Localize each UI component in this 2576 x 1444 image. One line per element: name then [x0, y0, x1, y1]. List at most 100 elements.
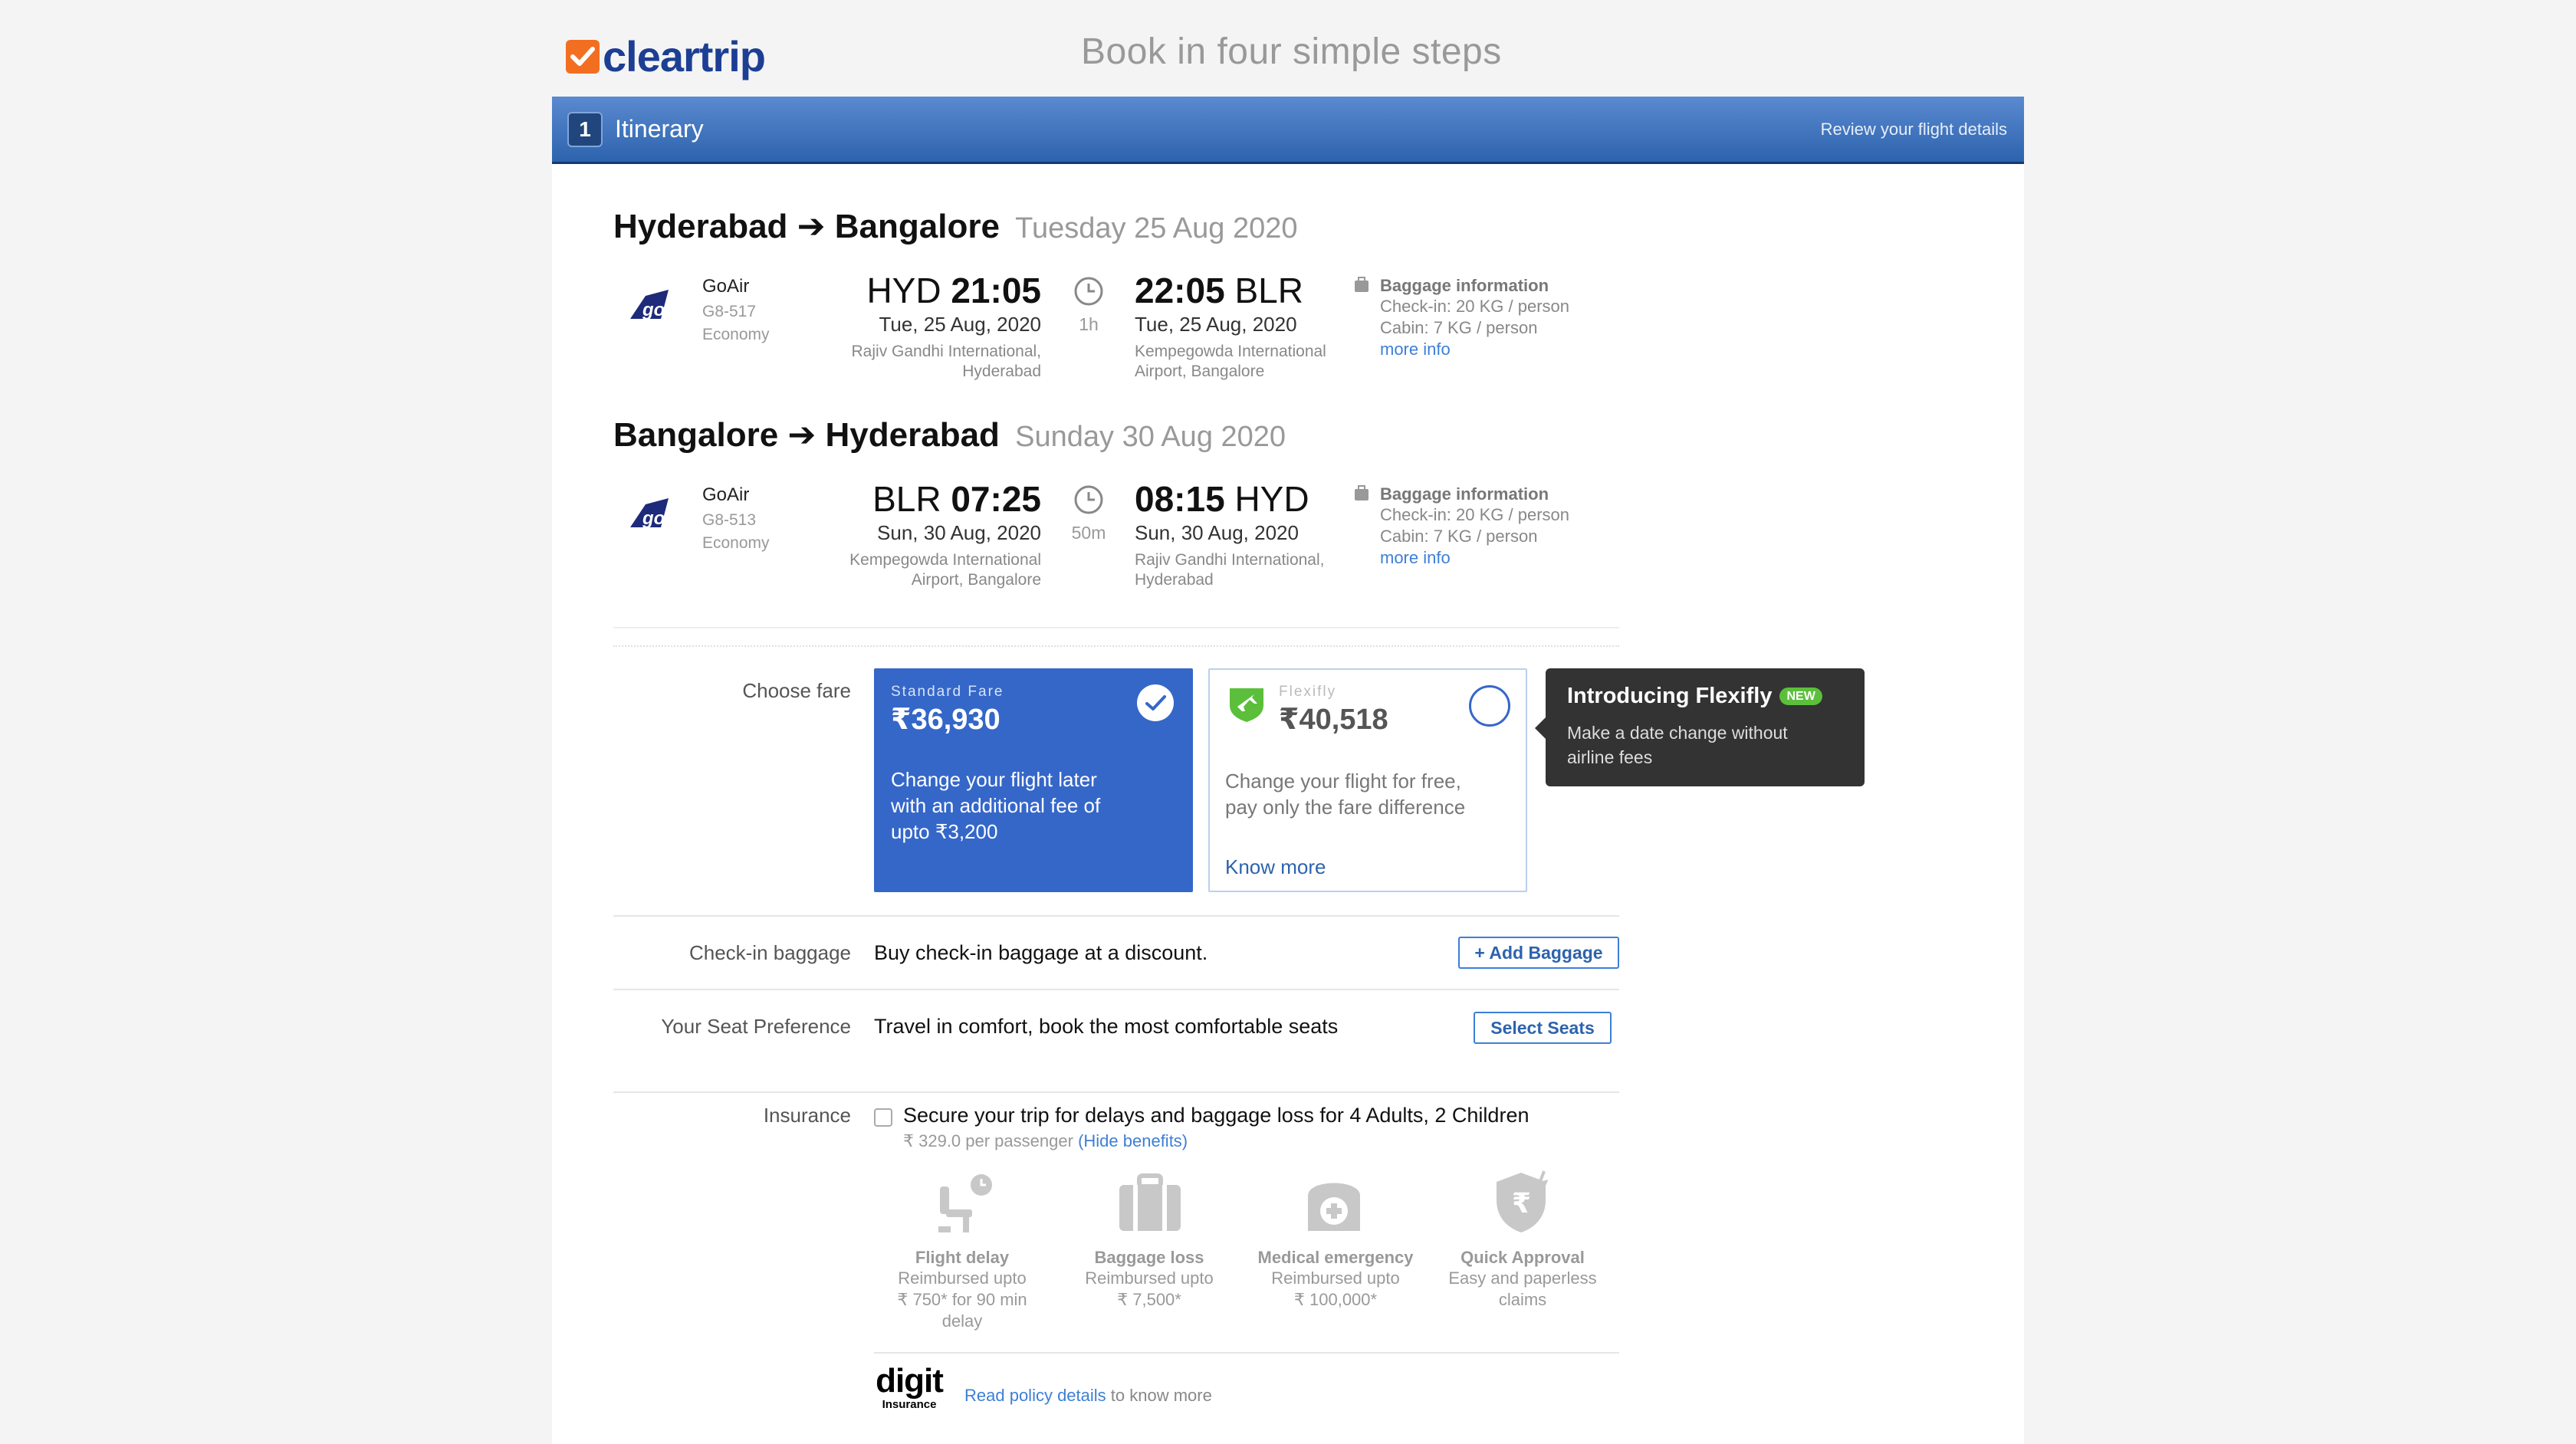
arrival-time: 08:15 HYD: [1135, 479, 1309, 519]
selected-check-icon: [1136, 684, 1175, 726]
arrival-date: Tue, 25 Aug, 2020: [1135, 313, 1297, 336]
arrow-right-icon: ➔: [797, 208, 826, 245]
svg-text:₹: ₹: [1512, 1188, 1531, 1219]
flight-number: G8-513: [702, 511, 757, 529]
divider: [613, 989, 1619, 990]
tooltip-body: Make a date change without airline fees: [1567, 723, 1788, 767]
arrival-airport: Kempegowda International Airport, Bangalo…: [1135, 343, 1326, 380]
fare-description: Change your flight for free, pay only the…: [1225, 770, 1466, 819]
divider: [613, 645, 1619, 647]
airline-name: GoAir: [702, 484, 750, 505]
brand-name: cleartrip: [603, 32, 766, 80]
policy-text: to know more: [1110, 1386, 1212, 1405]
fare-description: Change your flight later with an addition…: [891, 768, 1101, 843]
medical-bag-icon: [1302, 1170, 1366, 1238]
departure-airport: Kempegowda International Airport, Bangalo…: [849, 551, 1041, 589]
flexifly-fare-card[interactable]: Flexifly ₹40,518 Change your flight for …: [1208, 668, 1527, 892]
policy-row: Read policy details to know more: [964, 1386, 1212, 1406]
arrival-date: Sun, 30 Aug, 2020: [1135, 521, 1299, 544]
cleartrip-logo[interactable]: cleartrip: [566, 32, 766, 80]
flight-duration: 1h: [1079, 314, 1099, 334]
checkmark-logo-icon: [566, 40, 600, 74]
standard-fare-card[interactable]: Standard Fare ₹36,930 Change your flight…: [874, 668, 1193, 892]
route-from: Hyderabad: [613, 208, 788, 245]
insurance-checkbox[interactable]: [874, 1108, 892, 1127]
divider: [613, 915, 1619, 917]
cabin-class: Economy: [702, 326, 770, 343]
insurance-price-row: ₹ 329.0 per passenger (Hide benefits): [903, 1131, 1188, 1151]
step-header: 1 Itinerary Review your flight details: [552, 97, 2024, 164]
fare-kicker: Flexifly: [1279, 684, 1337, 700]
departure-time: BLR 07:25: [872, 479, 1041, 519]
read-policy-link[interactable]: Read policy details: [964, 1386, 1106, 1405]
arrival-time: 22:05 BLR: [1135, 271, 1303, 310]
more-info-link[interactable]: more info: [1380, 339, 1451, 360]
fare-price: ₹40,518: [1279, 704, 1388, 736]
seat-preference-text: Travel in comfort, book the most comfort…: [874, 1015, 1339, 1038]
divider: [613, 1091, 1619, 1093]
airline-name: GoAir: [702, 276, 750, 297]
departure-date: Tue, 25 Aug, 2020: [879, 313, 1041, 336]
route-to: Bangalore: [834, 208, 1000, 245]
new-badge: NEW: [1779, 688, 1822, 705]
hide-benefits-link[interactable]: (Hide benefits): [1078, 1131, 1188, 1150]
arrow-right-icon: ➔: [787, 416, 816, 454]
route-to: Hyderabad: [825, 416, 1000, 454]
benefit-flight-delay: Flight delay Reimbursed upto ₹ 750* for …: [897, 1248, 1027, 1331]
seat-clock-icon: [932, 1171, 997, 1239]
baggage-icon: [1352, 276, 1371, 298]
flexifly-plane-icon: [1227, 684, 1267, 727]
divider: [874, 1352, 1619, 1354]
route-date: Sunday 30 Aug 2020: [1015, 421, 1286, 453]
divider: [613, 627, 1619, 628]
baggage-info-title: Baggage information: [1380, 276, 1549, 295]
route-date: Tuesday 25 Aug 2020: [1015, 212, 1298, 244]
tooltip-title: Introducing Flexifly NEW: [1567, 684, 1822, 709]
departure-airport: Rajiv Gandhi International, Hyderabad: [851, 343, 1041, 380]
know-more-link[interactable]: Know more: [1225, 854, 1326, 880]
route-heading-2: Bangalore ➔ Hyderabad Sunday 30 Aug 2020: [613, 415, 1286, 455]
step-number: 1: [567, 111, 603, 147]
step-title: Itinerary: [615, 115, 704, 143]
baggage-icon: [1352, 484, 1371, 507]
fare-radio[interactable]: [1469, 685, 1510, 727]
shield-rupee-icon: ₹: [1490, 1170, 1555, 1238]
flight-number: G8-517: [702, 303, 757, 320]
select-seats-button[interactable]: Select Seats: [1474, 1012, 1612, 1044]
insurance-label: Insurance: [763, 1104, 851, 1127]
clock-icon: [1073, 276, 1104, 310]
benefit-baggage-loss: Baggage loss Reimbursed upto ₹ 7,500*: [1085, 1248, 1214, 1309]
cabin-allowance: Cabin: 7 KG / person: [1380, 318, 1538, 337]
flexifly-tooltip: Introducing Flexifly NEW Make a date chan…: [1535, 668, 1865, 786]
benefit-medical-emergency: Medical emergency Reimbursed upto ₹ 100,…: [1257, 1248, 1414, 1309]
choose-fare-label: Choose fare: [742, 679, 851, 702]
clock-icon: [1073, 484, 1104, 519]
flight-duration: 50m: [1071, 523, 1106, 543]
departure-date: Sun, 30 Aug, 2020: [877, 521, 1041, 544]
svg-text:go: go: [642, 300, 665, 320]
page-tagline: Book in four simple steps: [1081, 31, 1502, 72]
checkin-allowance: Check-in: 20 KG / person: [1380, 505, 1570, 524]
suitcase-icon: [1118, 1173, 1182, 1238]
route-heading-1: Hyderabad ➔ Bangalore Tuesday 25 Aug 202…: [613, 207, 1298, 246]
goair-logo-icon: go: [627, 285, 672, 327]
seat-preference-label: Your Seat Preference: [661, 1015, 851, 1038]
baggage-info-title: Baggage information: [1380, 484, 1549, 504]
arrival-airport: Rajiv Gandhi International, Hyderabad: [1135, 551, 1325, 589]
fare-price: ₹36,930: [891, 704, 1001, 736]
goair-logo-icon: go: [627, 494, 672, 536]
checkin-baggage-text: Buy check-in baggage at a discount.: [874, 941, 1208, 964]
cabin-class: Economy: [702, 534, 770, 552]
insurance-text: Secure your trip for delays and baggage …: [903, 1104, 1530, 1127]
benefit-quick-approval: Quick Approval Easy and paperless claims: [1448, 1248, 1597, 1309]
checkin-allowance: Check-in: 20 KG / person: [1380, 297, 1570, 316]
departure-time: HYD 21:05: [866, 271, 1041, 310]
step-hint: Review your flight details: [1820, 119, 2007, 139]
more-info-link[interactable]: more info: [1380, 547, 1451, 569]
fare-kicker: Standard Fare: [891, 684, 1004, 700]
cabin-allowance: Cabin: 7 KG / person: [1380, 527, 1538, 546]
checkin-baggage-label: Check-in baggage: [688, 941, 851, 964]
route-from: Bangalore: [613, 416, 779, 454]
add-baggage-button[interactable]: + Add Baggage: [1458, 937, 1619, 969]
insurance-price: ₹ 329.0 per passenger: [903, 1131, 1073, 1150]
